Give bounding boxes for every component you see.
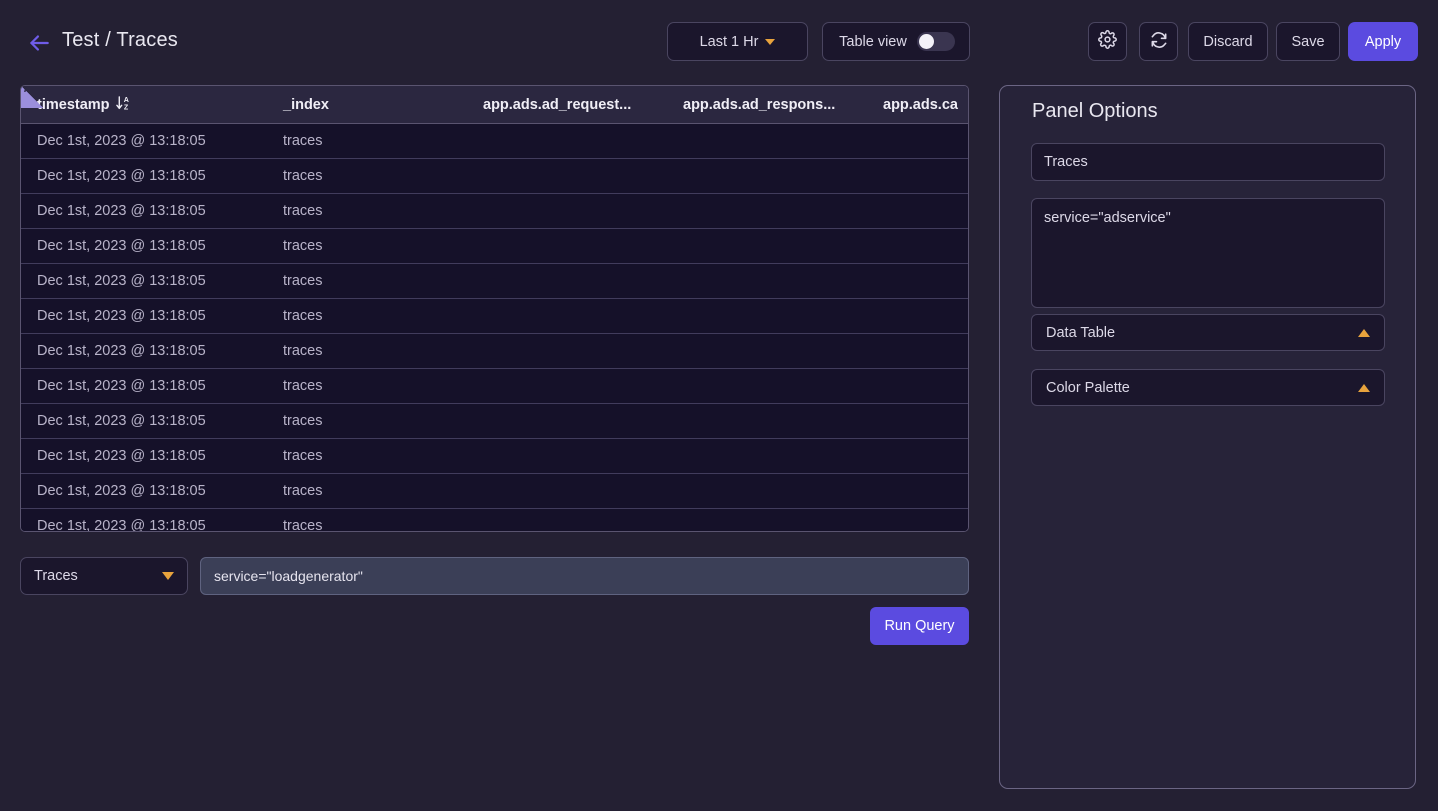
traces-data-table: i timestamp A Z _index app.ads.ad_reques…: [20, 85, 969, 532]
arrow-left-icon[interactable]: [26, 30, 52, 56]
cell-index: traces: [283, 238, 323, 254]
cell-timestamp: Dec 1st, 2023 @ 13:18:05: [37, 133, 206, 149]
panel-query-textarea[interactable]: service="adservice": [1031, 198, 1385, 308]
column-header-ad-request[interactable]: app.ads.ad_request...: [483, 97, 683, 113]
datasource-select[interactable]: Traces: [20, 557, 188, 595]
info-corner-icon[interactable]: i: [21, 86, 43, 108]
cell-index: traces: [283, 133, 323, 149]
run-query-button[interactable]: Run Query: [870, 607, 969, 645]
info-badge-label: i: [24, 85, 27, 95]
discard-button[interactable]: Discard: [1188, 22, 1268, 61]
panel-options-title: Panel Options: [1032, 100, 1158, 122]
gear-icon: [1098, 30, 1117, 53]
time-range-picker[interactable]: Last 1 Hr: [667, 22, 808, 61]
cell-timestamp: Dec 1st, 2023 @ 13:18:05: [37, 343, 206, 359]
cell-index: traces: [283, 343, 323, 359]
table-row[interactable]: Dec 1st, 2023 @ 13:18:05 traces: [21, 124, 968, 159]
cell-timestamp: Dec 1st, 2023 @ 13:18:05: [37, 203, 206, 219]
cell-index: traces: [283, 308, 323, 324]
table-row[interactable]: Dec 1st, 2023 @ 13:18:05 traces: [21, 159, 968, 194]
accordion-data-table-label: Data Table: [1046, 324, 1116, 341]
column-header-index[interactable]: _index: [283, 97, 483, 113]
cell-index: traces: [283, 378, 323, 394]
table-row[interactable]: Dec 1st, 2023 @ 13:18:05 traces: [21, 369, 968, 404]
datasource-select-label: Traces: [34, 568, 78, 584]
triangle-up-icon: [1358, 328, 1370, 337]
cell-index: traces: [283, 168, 323, 184]
accordion-color-palette-label: Color Palette: [1046, 379, 1130, 396]
refresh-icon: [1149, 30, 1169, 54]
table-row[interactable]: Dec 1st, 2023 @ 13:18:05 traces: [21, 334, 968, 369]
table-row[interactable]: Dec 1st, 2023 @ 13:18:05 traces: [21, 229, 968, 264]
panel-name-input[interactable]: [1031, 143, 1385, 181]
svg-text:Z: Z: [123, 103, 128, 111]
table-header-row: i timestamp A Z _index app.ads.ad_reques…: [21, 86, 968, 124]
table-row[interactable]: Dec 1st, 2023 @ 13:18:05 traces: [21, 299, 968, 334]
table-body: Dec 1st, 2023 @ 13:18:05 traces Dec 1st, 2…: [21, 124, 968, 532]
column-header-timestamp[interactable]: timestamp A Z: [21, 95, 283, 115]
apply-button[interactable]: Apply: [1348, 22, 1418, 61]
table-row[interactable]: Dec 1st, 2023 @ 13:18:05 traces: [21, 264, 968, 299]
accordion-color-palette[interactable]: Color Palette: [1031, 369, 1385, 406]
cell-timestamp: Dec 1st, 2023 @ 13:18:05: [37, 483, 206, 499]
table-row[interactable]: Dec 1st, 2023 @ 13:18:05 traces: [21, 439, 968, 474]
cell-timestamp: Dec 1st, 2023 @ 13:18:05: [37, 448, 206, 464]
save-button[interactable]: Save: [1276, 22, 1340, 61]
cell-timestamp: Dec 1st, 2023 @ 13:18:05: [37, 238, 206, 254]
table-row[interactable]: Dec 1st, 2023 @ 13:18:05 traces: [21, 474, 968, 509]
cell-timestamp: Dec 1st, 2023 @ 13:18:05: [37, 413, 206, 429]
cell-timestamp: Dec 1st, 2023 @ 13:18:05: [37, 518, 206, 532]
top-bar: Test / Traces Last 1 Hr Table view Disca…: [0, 0, 1438, 83]
accordion-data-table[interactable]: Data Table: [1031, 314, 1385, 351]
cell-index: traces: [283, 483, 323, 499]
triangle-up-icon: [1358, 383, 1370, 392]
column-header-ad-response[interactable]: app.ads.ad_respons...: [683, 97, 883, 113]
query-input[interactable]: [200, 557, 969, 595]
cell-timestamp: Dec 1st, 2023 @ 13:18:05: [37, 168, 206, 184]
switch-knob: [918, 34, 934, 49]
time-range-label: Last 1 Hr: [699, 33, 759, 50]
cell-index: traces: [283, 273, 323, 289]
table-row[interactable]: Dec 1st, 2023 @ 13:18:05 traces: [21, 194, 968, 229]
refresh-button[interactable]: [1139, 22, 1178, 61]
settings-button[interactable]: [1088, 22, 1127, 61]
triangle-down-icon: [162, 572, 174, 580]
table-view-label: Table view: [839, 33, 907, 50]
cell-index: traces: [283, 413, 323, 429]
cell-index: traces: [283, 518, 323, 532]
cell-timestamp: Dec 1st, 2023 @ 13:18:05: [37, 308, 206, 324]
cell-timestamp: Dec 1st, 2023 @ 13:18:05: [37, 378, 206, 394]
cell-index: traces: [283, 203, 323, 219]
sort-a-z-descending-icon[interactable]: A Z: [115, 95, 131, 115]
chevron-down-icon: [765, 38, 776, 45]
column-header-ads-ca[interactable]: app.ads.ca: [883, 97, 968, 113]
cell-timestamp: Dec 1st, 2023 @ 13:18:05: [37, 273, 206, 289]
panel-options: Panel Options service="adservice" Data T…: [999, 85, 1416, 789]
table-view-switch[interactable]: [916, 32, 955, 51]
table-row[interactable]: Dec 1st, 2023 @ 13:18:05 traces: [21, 509, 968, 532]
column-header-timestamp-label: timestamp: [37, 96, 110, 113]
table-row[interactable]: Dec 1st, 2023 @ 13:18:05 traces: [21, 404, 968, 439]
table-view-toggle[interactable]: Table view: [822, 22, 970, 61]
page-title: Test / Traces: [62, 29, 178, 51]
cell-index: traces: [283, 448, 323, 464]
